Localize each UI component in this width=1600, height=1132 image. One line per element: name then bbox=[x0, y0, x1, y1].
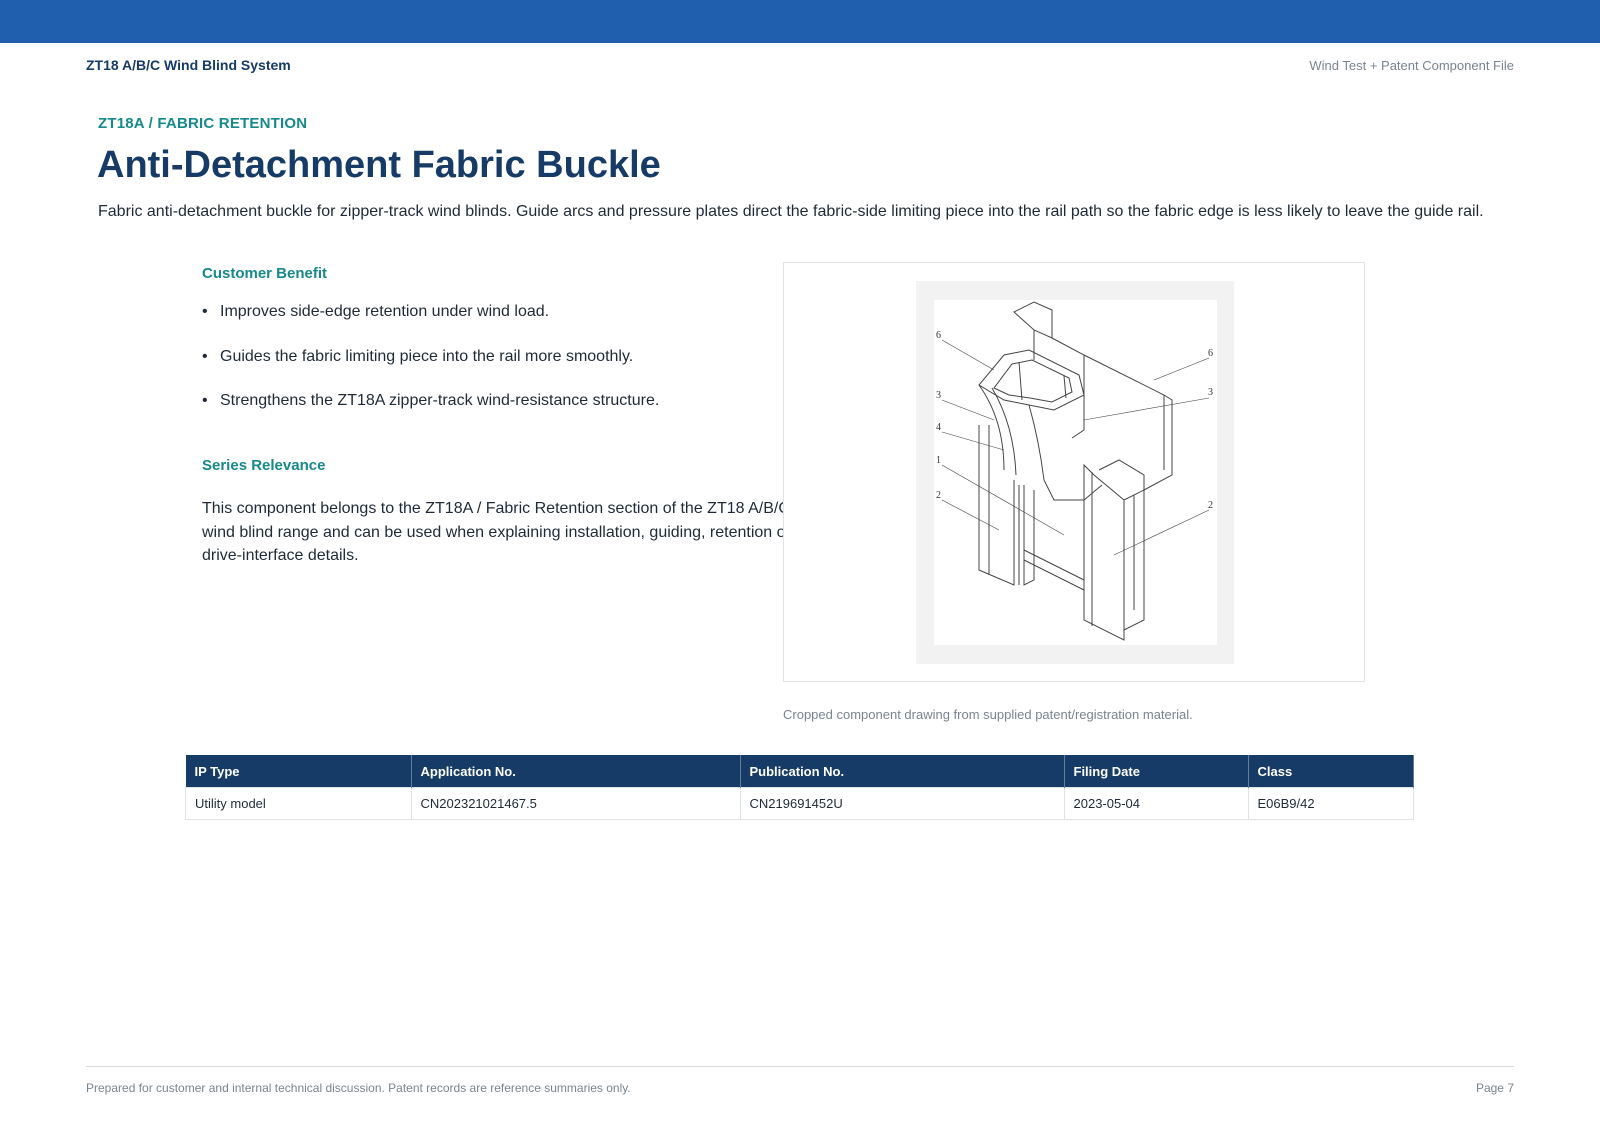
callout-label: 2 bbox=[1208, 500, 1213, 511]
table-cell: E06B9/42 bbox=[1247, 787, 1414, 820]
bullet: • bbox=[202, 303, 208, 320]
figure-caption: Cropped component drawing from supplied … bbox=[783, 707, 1193, 722]
column-header: Application No. bbox=[411, 755, 741, 788]
column-header: Publication No. bbox=[740, 755, 1065, 788]
customer-benefit-heading: Customer Benefit bbox=[202, 265, 328, 282]
benefit-list: • Improves side-edge retention under wind… bbox=[202, 302, 762, 436]
table-cell: CN219691452U bbox=[739, 787, 1065, 820]
component-figure: 6 6 3 3 4 1 2 2 bbox=[783, 262, 1365, 682]
callout-label: 6 bbox=[936, 330, 941, 341]
top-accent-bar bbox=[0, 0, 1600, 43]
footer-note: Prepared for customer and internal techn… bbox=[86, 1081, 631, 1095]
patent-drawing: 6 6 3 3 4 1 2 2 bbox=[934, 300, 1217, 645]
table-cell: CN202321021467.5 bbox=[410, 787, 741, 820]
callout-label: 2 bbox=[936, 490, 941, 501]
patent-table: IP Type Application No. Publication No. … bbox=[185, 755, 1414, 820]
page-number: Page 7 bbox=[1475, 1081, 1514, 1095]
callout-label: 3 bbox=[936, 390, 941, 401]
footer-divider bbox=[86, 1066, 1514, 1067]
benefit-text: Improves side-edge retention under wind … bbox=[220, 303, 550, 320]
lead-paragraph: Fabric anti-detachment buckle for zipper… bbox=[98, 203, 1484, 220]
column-header: IP Type bbox=[185, 755, 412, 788]
callout-label: 4 bbox=[936, 422, 941, 433]
list-item: • Strengthens the ZT18A zipper-track wind… bbox=[202, 391, 762, 436]
document-title: ZT18 A/B/C Wind Blind System bbox=[86, 57, 291, 73]
section-kicker: ZT18A / FABRIC RETENTION bbox=[98, 115, 308, 132]
document-subtitle: Wind Test + Patent Component File bbox=[1309, 58, 1514, 73]
benefit-text: Strengthens the ZT18A zipper-track wind-… bbox=[220, 392, 660, 409]
column-header: Filing Date bbox=[1064, 755, 1249, 788]
callout-label: 3 bbox=[1208, 387, 1213, 398]
figure-mat: 6 6 3 3 4 1 2 2 bbox=[916, 281, 1234, 664]
series-relevance-heading: Series Relevance bbox=[202, 457, 326, 474]
series-relevance-text: This component belongs to the ZT18A / Fa… bbox=[202, 500, 791, 564]
bullet: • bbox=[202, 347, 208, 365]
table-header-row: IP Type Application No. Publication No. … bbox=[185, 755, 1414, 788]
table-cell: Utility model bbox=[185, 787, 412, 820]
callout-label: 6 bbox=[1208, 348, 1213, 359]
callout-label: 1 bbox=[936, 455, 941, 466]
benefit-text: Guides the fabric limiting piece into th… bbox=[220, 347, 634, 365]
table-row: Utility model CN202321021467.5 CN2196914… bbox=[185, 787, 1414, 820]
list-item: • Improves side-edge retention under wind… bbox=[202, 302, 762, 347]
page-title: Anti-Detachment Fabric Buckle bbox=[97, 144, 661, 186]
list-item: • Guides the fabric limiting piece into t… bbox=[202, 347, 762, 392]
column-header: Class bbox=[1248, 755, 1414, 788]
table-cell: 2023-05-04 bbox=[1063, 787, 1249, 820]
bullet: • bbox=[202, 392, 208, 409]
